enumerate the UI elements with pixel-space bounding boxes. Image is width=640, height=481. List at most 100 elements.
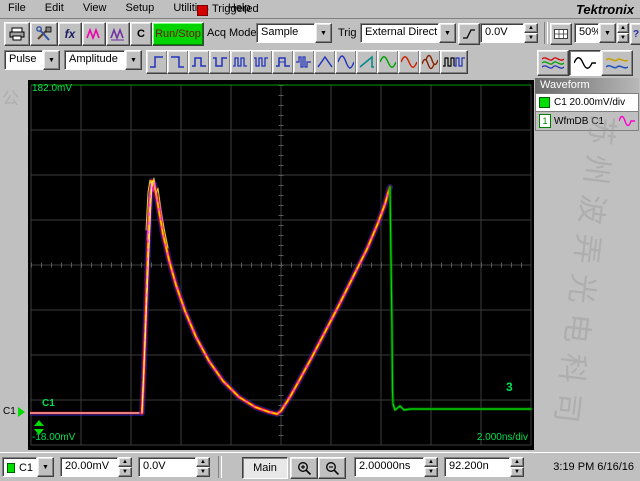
meas-red-wave-button[interactable] — [398, 50, 420, 74]
spin-down-icon[interactable]: ▼ — [424, 467, 438, 477]
zoom-percent-select[interactable]: 50% ▼ — [574, 23, 616, 43]
run-stop-label: Run/Stop — [155, 28, 201, 40]
spin-up-icon[interactable]: ▲ — [617, 23, 629, 33]
main-toolbar: fx C Run/Stop Acq Mode Sample ▼ Trig Ext… — [0, 19, 640, 48]
spin-down-icon[interactable]: ▼ — [524, 33, 538, 43]
chevron-down-icon[interactable]: ▼ — [439, 23, 456, 43]
menu-utilities[interactable]: Utilities — [165, 0, 216, 17]
horiz-position-spinner[interactable]: 92.200n ▲ ▼ — [444, 457, 524, 477]
vertical-position-spinner[interactable]: 0.0V ▲ ▼ — [138, 457, 210, 477]
spin-down-icon[interactable]: ▼ — [118, 467, 132, 477]
menu-view[interactable]: View — [75, 0, 115, 17]
help-button[interactable]: ? — [630, 23, 640, 45]
horiz-position-value[interactable]: 92.200n — [444, 457, 510, 477]
setup-tools-button[interactable] — [30, 22, 58, 46]
multi-trace-display-button[interactable] — [537, 50, 569, 76]
histogram-display-button[interactable] — [601, 50, 633, 76]
status-separator — [218, 456, 222, 478]
ramp-icon — [359, 55, 374, 68]
zoom-percent-value: 50% — [574, 23, 599, 43]
horiz-scale-spinner[interactable]: 2.00000ns ▲ ▼ — [354, 457, 438, 477]
horiz-mode-button[interactable]: Main — [242, 457, 288, 479]
measure-category-select[interactable]: Pulse ▼ — [4, 50, 60, 70]
graticule-display: 182.0mV -18.00mV 2.000ns/div C1 3 — [28, 80, 534, 450]
menu-bar: File Edit View Setup Utilities Help Trig… — [0, 0, 640, 19]
menu-file[interactable]: File — [0, 0, 34, 17]
spin-up-icon[interactable]: ▲ — [524, 23, 538, 33]
meas-burst-button[interactable] — [293, 50, 315, 74]
chevron-down-icon[interactable]: ▼ — [315, 23, 332, 43]
trig-level-spinner[interactable]: 0.0V ▲ ▼ — [480, 23, 538, 43]
meas-neg-width-button[interactable] — [209, 50, 231, 74]
chevron-down-icon[interactable]: ▼ — [599, 23, 616, 43]
spin-down-icon[interactable]: ▼ — [617, 33, 629, 43]
vertical-scale-spinner[interactable]: 20.00mV ▲ ▼ — [60, 457, 132, 477]
spin-up-icon[interactable]: ▲ — [118, 457, 132, 467]
keypad-button[interactable] — [550, 23, 572, 45]
waveform-math-button[interactable] — [82, 22, 106, 46]
formula-button[interactable]: fx — [58, 22, 82, 46]
status-bar: C1 ▼ 20.00mV ▲ ▼ 0.0V ▲ ▼ Main 2.00000ns… — [0, 452, 640, 481]
print-button[interactable] — [4, 22, 30, 46]
meas-crossing-button[interactable] — [314, 50, 336, 74]
vertical-position-value[interactable]: 0.0V — [138, 457, 196, 477]
waveform-db-button[interactable] — [106, 22, 130, 46]
trig-source-select[interactable]: External Direct ▼ — [360, 23, 456, 43]
spin-down-icon[interactable]: ▼ — [510, 467, 524, 477]
acq-mode-value: Sample — [256, 23, 315, 43]
chevron-down-icon[interactable]: ▼ — [43, 50, 60, 70]
meas-green-wave-button[interactable] — [377, 50, 399, 74]
panel-title: Waveform — [540, 79, 590, 91]
menu-edit[interactable]: Edit — [37, 0, 72, 17]
dark-red-wave-icon — [422, 54, 438, 70]
duty-cycle-icon — [276, 57, 290, 67]
channel-value-label: C1 — [18, 462, 33, 474]
printer-icon — [9, 27, 25, 41]
run-stop-button[interactable]: Run/Stop — [152, 22, 204, 46]
chevron-down-icon[interactable]: ▼ — [37, 457, 54, 477]
trig-label: Trig — [338, 27, 357, 39]
clock: 3:19 PM 6/16/16 — [553, 461, 634, 473]
waveform-row-wfmdb[interactable]: 1 WfmDB C1 — [535, 112, 639, 131]
waveform-display-button[interactable] — [569, 50, 601, 76]
meas-frequency-button[interactable] — [251, 50, 273, 74]
measure-type-select[interactable]: Amplitude ▼ — [64, 50, 142, 70]
meas-multi-pulse-button[interactable] — [440, 50, 468, 74]
waveform-display-icon — [574, 57, 596, 69]
spin-up-icon[interactable]: ▲ — [196, 457, 210, 467]
trigger-marker: 3 — [506, 380, 513, 394]
fall-time-icon — [171, 56, 184, 68]
bottom-scale-label: -18.00mV — [32, 432, 76, 443]
wfmdb-index-badge: 1 — [539, 114, 551, 128]
channel-select[interactable]: C1 ▼ — [2, 457, 54, 477]
top-scale-label: 182.0mV — [32, 83, 73, 94]
waveform-row-c1[interactable]: C1 20.00mV/div — [535, 93, 639, 112]
meas-sine-button[interactable] — [335, 50, 357, 74]
trig-slope-button[interactable] — [458, 23, 480, 45]
vertical-scale-value[interactable]: 20.00mV — [60, 457, 118, 477]
meas-duty-cycle-button[interactable] — [272, 50, 294, 74]
horiz-scale-value[interactable]: 2.00000ns — [354, 457, 424, 477]
chevron-down-icon[interactable]: ▼ — [125, 50, 142, 70]
spin-up-icon[interactable]: ▲ — [510, 457, 524, 467]
meas-dark-red-wave-button[interactable] — [419, 50, 441, 74]
zoom-spin-buttons[interactable]: ▲ ▼ — [617, 23, 629, 43]
meas-fall-time-button[interactable] — [167, 50, 189, 74]
trig-level-value[interactable]: 0.0V — [480, 23, 524, 43]
multi-pulse-icon — [443, 57, 465, 67]
zoom-in-button[interactable] — [290, 457, 318, 479]
meas-pos-width-button[interactable] — [188, 50, 210, 74]
channel-marker-arrow-icon — [17, 406, 25, 417]
meas-rise-time-button[interactable] — [146, 50, 168, 74]
menu-setup[interactable]: Setup — [118, 0, 163, 17]
acq-mode-select[interactable]: Sample ▼ — [256, 23, 332, 43]
watermark-corner-text: 公 — [2, 89, 19, 108]
trig-source-value: External Direct — [360, 23, 439, 43]
clear-button[interactable]: C — [130, 22, 152, 46]
spin-down-icon[interactable]: ▼ — [196, 467, 210, 477]
zoom-out-button[interactable] — [318, 457, 346, 479]
meas-ramp-button[interactable] — [356, 50, 378, 74]
meas-period-button[interactable] — [230, 50, 252, 74]
channel-reference-marker[interactable]: C1 — [0, 404, 28, 419]
spin-up-icon[interactable]: ▲ — [424, 457, 438, 467]
